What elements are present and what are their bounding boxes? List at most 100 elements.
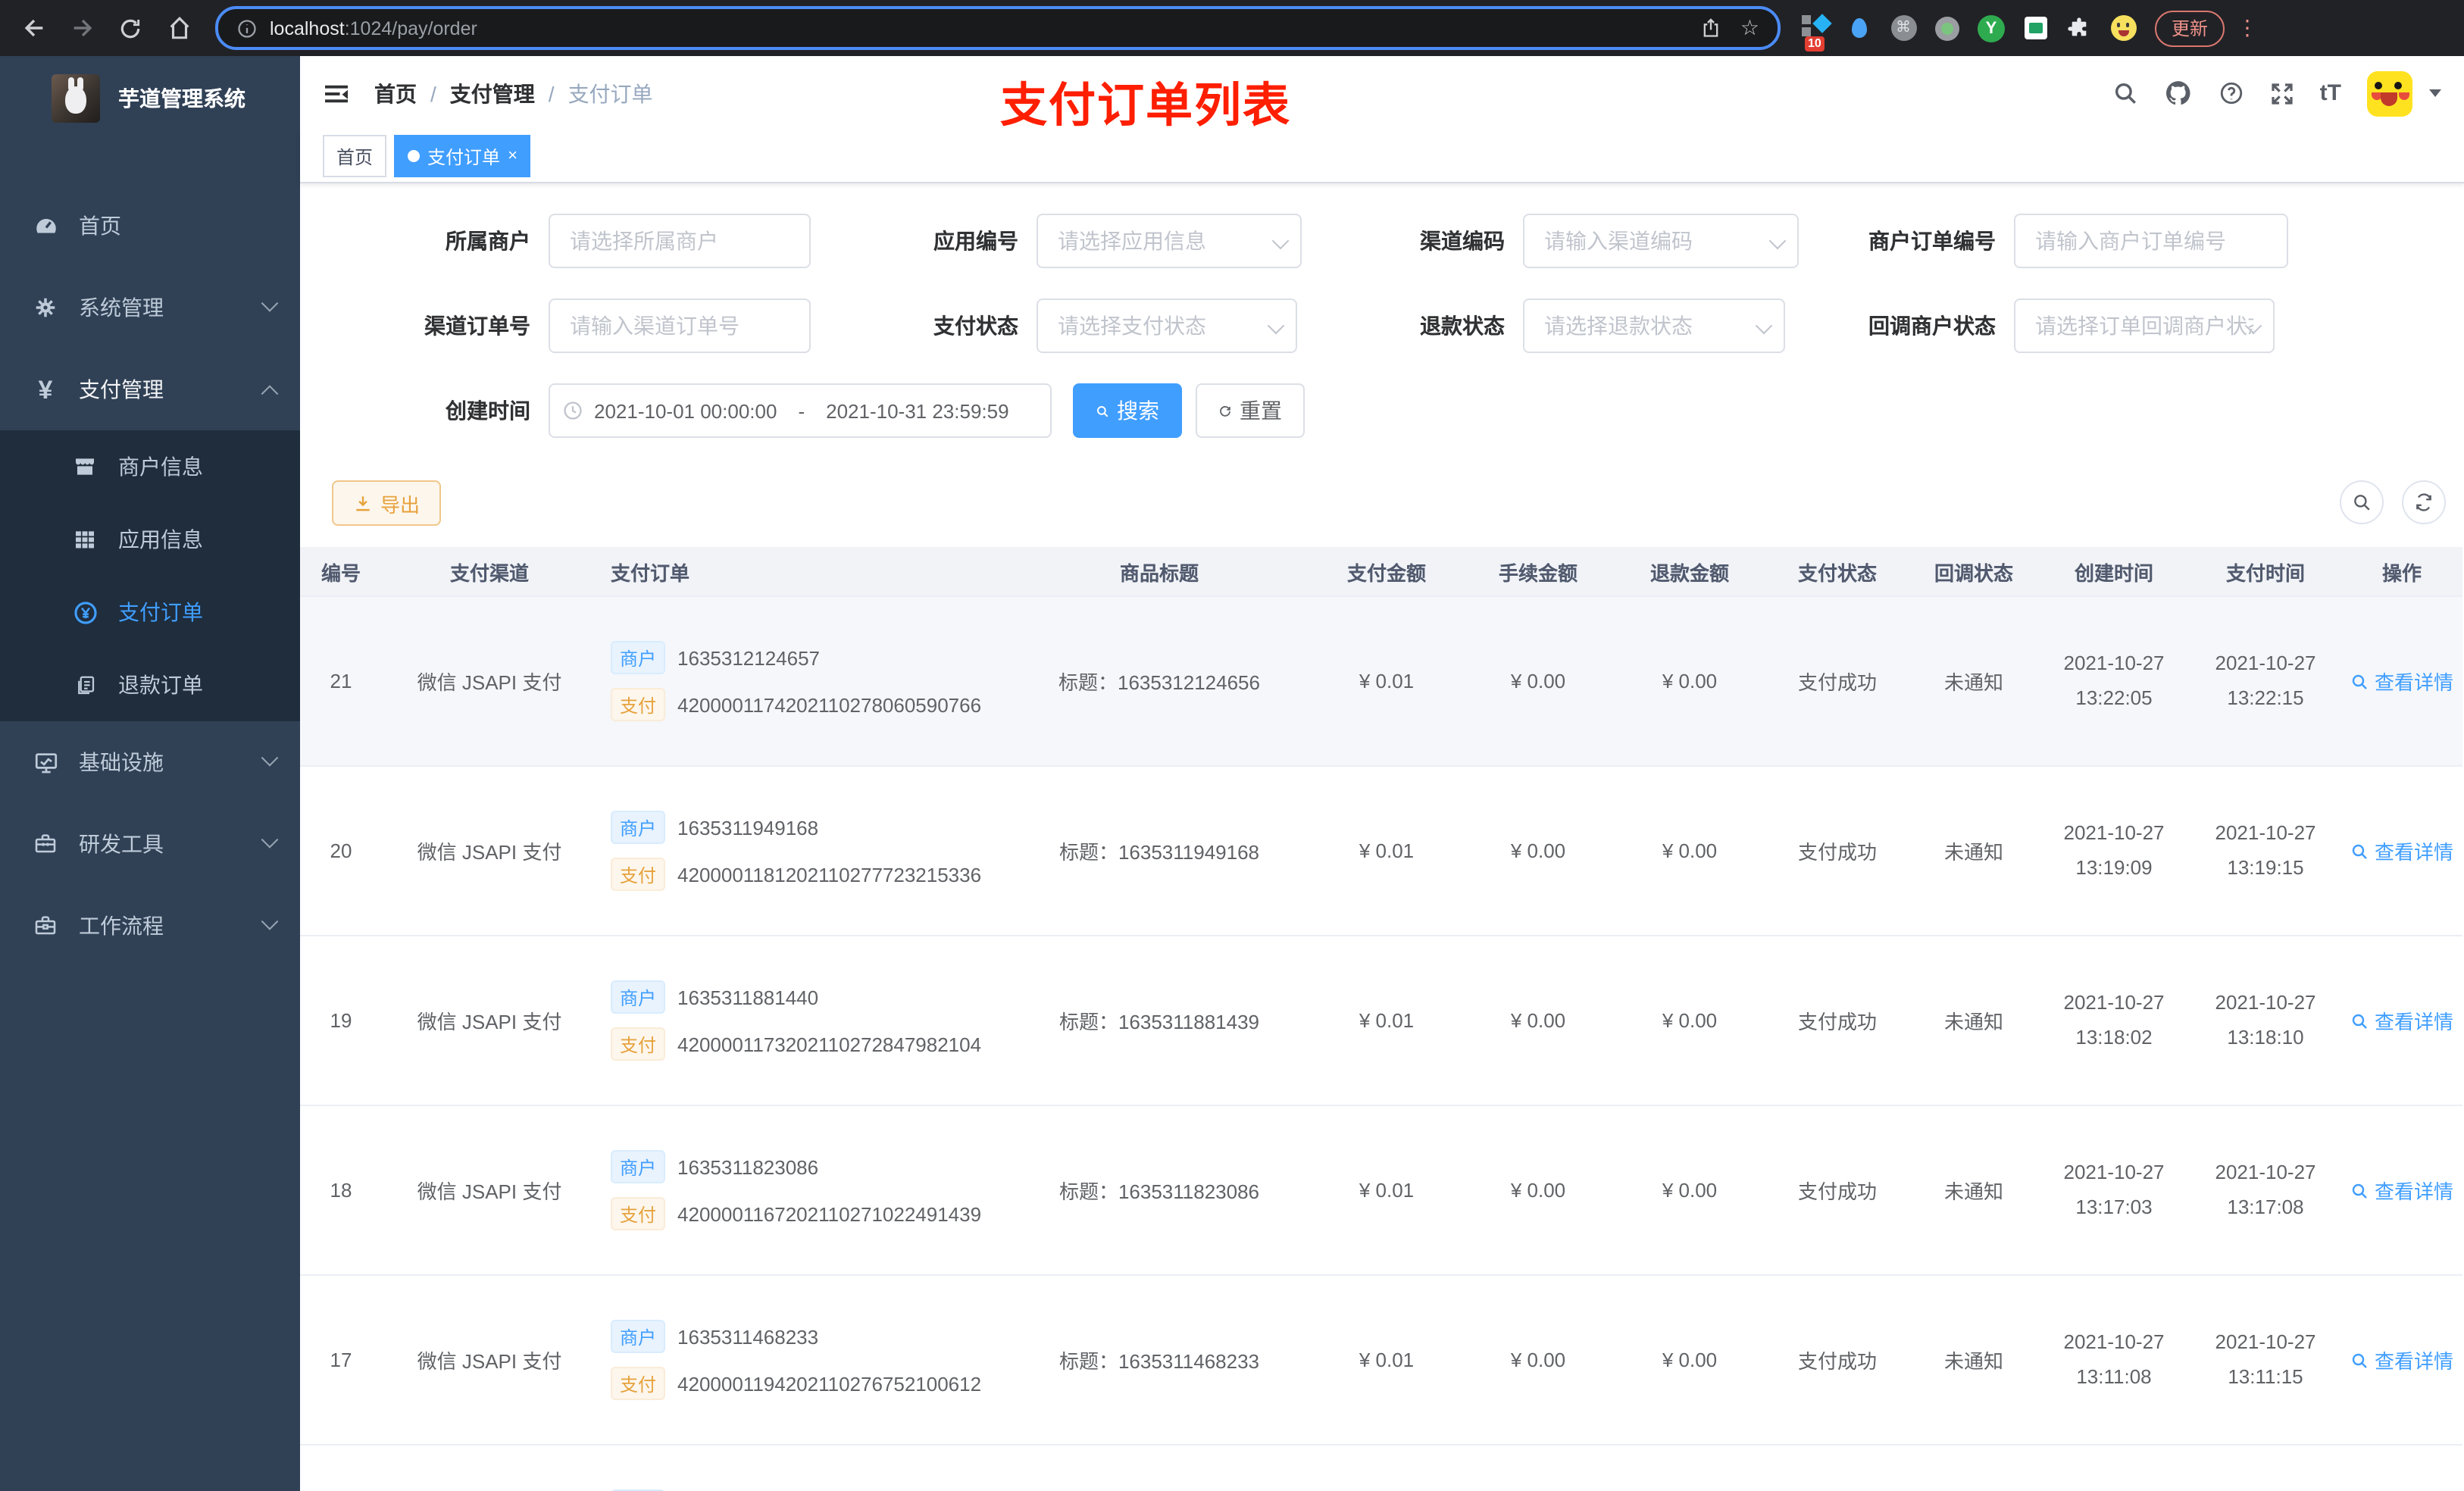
pay-tag: 支付	[611, 858, 666, 891]
merchant-order-no-input[interactable]: 请输入商户订单编号	[2014, 214, 2288, 268]
reload-icon[interactable]	[112, 10, 149, 46]
view-detail-link[interactable]: 查看详情	[2350, 1346, 2453, 1374]
sidebar-item-pay-order[interactable]: 支付订单	[0, 576, 300, 649]
cell-amount: ¥ 0.01	[1359, 1179, 1415, 1202]
browser-menu-icon[interactable]: ⋮	[2237, 15, 2258, 41]
home-icon[interactable]	[161, 10, 197, 46]
merchant-select[interactable]: 请选择所属商户	[549, 214, 811, 268]
cell-order-id: 19	[330, 1009, 352, 1032]
ext-puzzle-icon[interactable]	[2065, 14, 2093, 42]
callback-status-select[interactable]: 请选择订单回调商户状态	[2014, 299, 2275, 353]
clock-icon	[562, 400, 583, 421]
col-pay-time: 支付时间	[2225, 561, 2305, 584]
search-button[interactable]: 搜索	[1073, 383, 1182, 438]
cell-order-id	[300, 1446, 391, 1491]
yen-icon: ¥	[38, 375, 53, 404]
font-size-icon[interactable]: tT	[2320, 80, 2341, 106]
address-bar[interactable]: localhost:1024/pay/order ☆	[215, 6, 1781, 50]
table-search-toggle-button[interactable]	[2340, 480, 2384, 524]
sidebar-item-merchant[interactable]: 商户信息	[0, 430, 300, 503]
filter-row-3: 创建时间 2021-10-01 00:00:00 - 2021-10-31 23…	[300, 368, 2464, 453]
cell-fee: ¥ 0.00	[1510, 1009, 1566, 1032]
ext-balloon-icon[interactable]	[1846, 14, 1873, 42]
sidebar-item-system[interactable]: 系统管理	[0, 267, 300, 349]
share-icon[interactable]	[1701, 17, 1722, 39]
ext-emoji-icon[interactable]	[2109, 14, 2137, 42]
pay-order-line: 支付 4200001194202110276752100612	[611, 1367, 981, 1400]
sidebar-item-workflow[interactable]: 工作流程	[0, 885, 300, 967]
merchant-order-line: 商户 1635311823086	[611, 1150, 818, 1183]
sidebar: 芋道管理系统 首页 系统管理 ¥ 支付管理 商户信息 应用信息 支付订单 退款订…	[0, 56, 300, 1491]
col-create-time: 创建时间	[2074, 561, 2153, 584]
ext-command-icon[interactable]: ⌘	[1890, 14, 1917, 42]
merchant-order-line: 商户 1635311949168	[611, 811, 818, 844]
sidebar-item-label: 基础设施	[79, 750, 164, 774]
user-avatar[interactable]	[2367, 70, 2412, 116]
cell-callback-status: 未通知	[1943, 671, 2003, 694]
tag-home[interactable]: 首页	[323, 135, 387, 177]
github-icon[interactable]	[2164, 79, 2193, 108]
cell-pay-order: 商户 1635311949168 支付 42000011812021102777…	[588, 767, 1008, 935]
view-detail-link[interactable]: 查看详情	[2350, 667, 2453, 695]
cell-actions: 查看详情	[2341, 1276, 2462, 1444]
monitor-icon	[30, 749, 61, 775]
chevron-up-icon	[261, 385, 279, 402]
cell-pay-order: 商户 1635311881440 支付 42000011732021102728…	[588, 936, 1008, 1105]
browser-update-button[interactable]: 更新	[2155, 10, 2225, 46]
sidebar-item-payment[interactable]: ¥ 支付管理	[0, 349, 300, 430]
back-icon[interactable]	[15, 10, 52, 46]
filter-label-channel-code: 渠道编码	[1420, 229, 1505, 253]
sidebar-item-application[interactable]: 应用信息	[0, 503, 300, 576]
cell-fee: ¥ 0.00	[1510, 1349, 1566, 1371]
sidebar-item-home[interactable]: 首页	[0, 185, 300, 267]
ext-y-icon[interactable]: Y	[1978, 14, 2005, 42]
table-row: 17 微信 JSAPI 支付 商户 1635311468233 支付 42000…	[300, 1276, 2462, 1446]
ext-grid-diamond-icon[interactable]: 10	[1802, 13, 1832, 51]
table-row: 19 微信 JSAPI 支付 商户 1635311881440 支付 42000…	[300, 936, 2462, 1106]
ext-record-icon[interactable]	[1934, 14, 1961, 42]
sidebar-item-infra[interactable]: 基础设施	[0, 721, 300, 803]
app-logo[interactable]: 芋道管理系统	[0, 56, 300, 141]
cell-fee: ¥ 0.00	[1510, 670, 1566, 692]
view-detail-link[interactable]: 查看详情	[2350, 1176, 2453, 1205]
forward-icon[interactable]	[64, 10, 100, 46]
refund-status-select[interactable]: 请选择退款状态	[1523, 299, 1785, 353]
view-detail-link[interactable]: 查看详情	[2350, 1006, 2453, 1035]
sidebar-fold-icon[interactable]	[323, 80, 350, 107]
document-copy-icon	[70, 674, 100, 696]
tag-close-icon[interactable]: ×	[508, 147, 518, 164]
sidebar-item-label: 工作流程	[79, 914, 164, 938]
cell-amount	[1311, 1446, 1462, 1491]
sidebar-item-refund-order[interactable]: 退款订单	[0, 649, 300, 721]
search-icon[interactable]	[2112, 80, 2138, 106]
channel-order-no-input[interactable]: 请输入渠道订单号	[549, 299, 811, 353]
view-detail-link[interactable]: 查看详情	[2350, 836, 2453, 865]
export-button[interactable]: 导出	[332, 480, 442, 526]
tag-pay-order[interactable]: 支付订单 ×	[394, 135, 531, 177]
grid-icon	[70, 527, 100, 552]
table-toolbar: 导出	[300, 480, 2464, 526]
breadcrumb-home[interactable]: 首页	[374, 78, 417, 108]
avatar-caret-icon[interactable]	[2429, 89, 2441, 97]
filter-row-2: 渠道订单号 请输入渠道订单号 支付状态 请选择支付状态 退款状态 请选择退款状态…	[300, 283, 2464, 368]
app-select[interactable]: 请选择应用信息	[1037, 214, 1302, 268]
cell-amount: ¥ 0.01	[1359, 1349, 1415, 1371]
sidebar-item-devtools[interactable]: 研发工具	[0, 803, 300, 885]
cell-pay-status: 支付成功	[1797, 1180, 1877, 1203]
table-refresh-button[interactable]	[2402, 480, 2446, 524]
bookmark-star-icon[interactable]: ☆	[1740, 15, 1759, 41]
cell-pay-channel	[391, 1446, 588, 1491]
fullscreen-icon[interactable]	[2270, 81, 2294, 105]
help-icon[interactable]	[2219, 80, 2244, 106]
channel-code-select[interactable]: 请输入渠道编码	[1523, 214, 1799, 268]
site-info-icon[interactable]	[236, 17, 258, 39]
ext-chat-icon[interactable]	[2022, 14, 2049, 42]
col-pay-status: 支付状态	[1797, 561, 1877, 584]
create-time-range-picker[interactable]: 2021-10-01 00:00:00 - 2021-10-31 23:59:5…	[549, 383, 1052, 438]
reset-button[interactable]: 重置	[1196, 383, 1305, 438]
cell-pay-time: 2021-10-27 13:18:10	[2215, 990, 2316, 1049]
pay-status-select[interactable]: 请选择支付状态	[1037, 299, 1297, 353]
breadcrumb-payment[interactable]: 支付管理	[450, 78, 535, 108]
pay-tag: 支付	[611, 1027, 666, 1061]
cell-pay-status: 支付成功	[1797, 1011, 1877, 1033]
